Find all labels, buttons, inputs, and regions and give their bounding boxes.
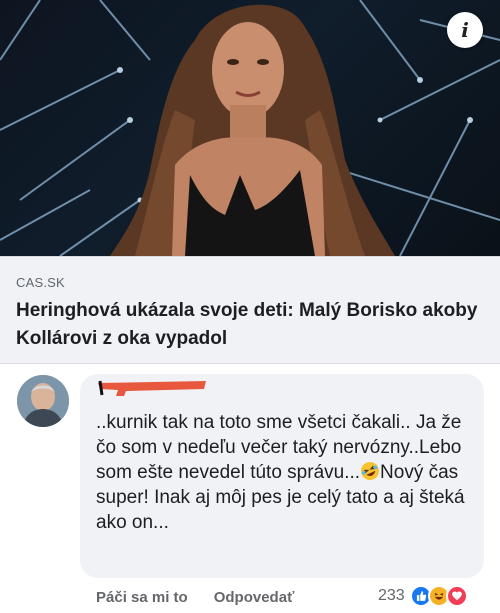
comment-text: ..kurnik tak na toto sme všetci čakali..… (96, 410, 478, 535)
post-image[interactable]: i (0, 0, 500, 256)
redacted-commenter-name (98, 380, 206, 396)
photo-illustration (0, 0, 500, 256)
link-source: CAS.SK (16, 275, 65, 290)
rolling-on-floor-laughing-emoji (361, 462, 380, 480)
like-button[interactable]: Páči sa mi to (96, 589, 188, 606)
avatar-photo (17, 375, 69, 427)
reaction-count: 233 (378, 587, 405, 604)
love-reaction-icon (445, 585, 468, 607)
reply-button[interactable]: Odpovedať (214, 589, 295, 606)
reaction-summary[interactable]: 233 (378, 583, 468, 609)
link-preview[interactable]: CAS.SK Heringhová ukázala svoje deti: Ma… (0, 256, 500, 364)
comment-actions: Páči sa mi to Odpovedať (96, 586, 294, 608)
info-icon[interactable]: i (447, 12, 483, 48)
link-headline[interactable]: Heringhová ukázala svoje deti: Malý Bori… (16, 297, 484, 353)
avatar[interactable] (17, 375, 69, 427)
